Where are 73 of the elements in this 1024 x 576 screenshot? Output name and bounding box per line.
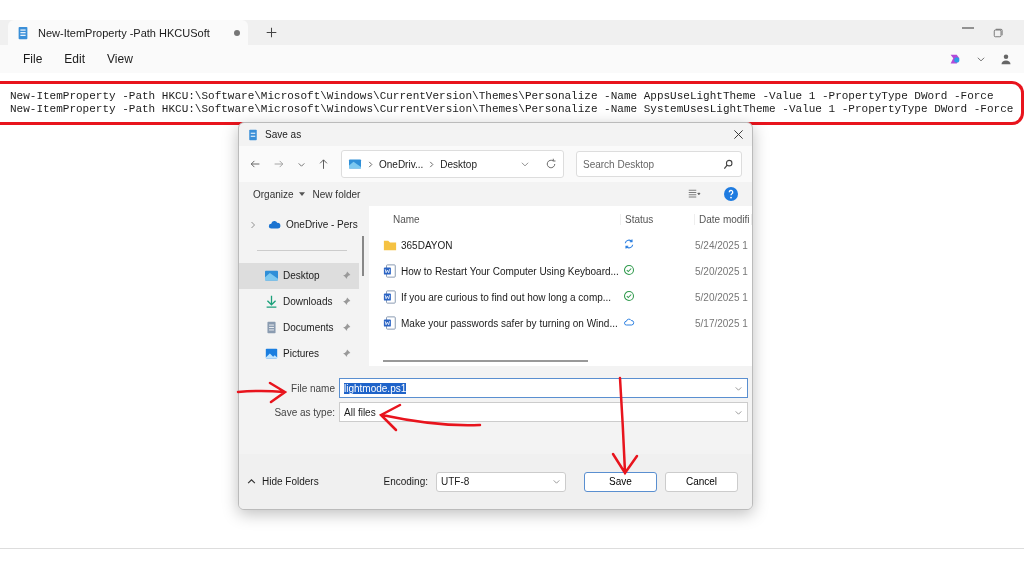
date-cell-text: 5/17/2025 1 [695,317,749,329]
sidebar-item[interactable]: Downloads [239,288,359,315]
refresh-icon [545,158,557,170]
address-bar[interactable]: OneDriv... Desktop [341,150,564,178]
caret-down-icon[interactable] [298,192,305,196]
desktop-icon [265,269,278,283]
code-line: New-ItemProperty -Path HKCU:\Software\Microsoft\Windows\CurrentVersion\Themes\Personalize -Name SystemUsesLightTheme -Value 1 -PropertyType DWord -Force [10,103,1014,116]
scrollbar-thumb[interactable] [383,360,588,362]
menu-item[interactable]: View [96,52,144,66]
sidebar-item[interactable]: Desktop [239,262,359,289]
download-icon [265,295,278,308]
column-header[interactable]: Status [621,213,695,225]
field-label: Encoding: [383,476,428,487]
close-icon[interactable] [733,129,744,140]
chevron-down-icon [552,477,561,486]
organize-menu[interactable]: Organize [253,188,294,200]
column-header[interactable]: Date modifi [695,213,752,225]
save-button[interactable]: Save [584,471,657,492]
plus-icon[interactable] [266,27,277,38]
notepad-icon [16,25,30,40]
menu-item[interactable]: File [12,52,54,66]
cancel-button[interactable]: Cancel [665,471,738,492]
column-header[interactable]: Name [369,213,621,225]
chevron-down-icon [976,54,986,64]
code-line: New-ItemProperty -Path HKCU:\Software\Microsoft\Windows\CurrentVersion\Themes\Personalize -Name AppsUseLightTheme -Value 1 -PropertyType DWord -Force [10,90,994,103]
folder-icon [383,238,397,252]
chevron-right-icon [428,160,436,168]
chevron-down-icon [520,159,530,169]
menu-item[interactable]: Edit [53,52,97,66]
breadcrumb-item[interactable]: Desktop [440,158,477,170]
file-name-field[interactable]: lightmode.ps1 [339,378,748,398]
sidebar-item[interactable]: OneDrive - Pers [239,212,359,238]
account-icon [1000,53,1012,65]
file-name[interactable]: 365DAYON [401,239,453,251]
desktop-icon [348,158,362,170]
picture-icon [265,346,278,360]
chevron-right-icon [249,220,257,229]
dialog-title: Save as [265,129,303,140]
restore-icon [992,26,1004,39]
file-name[interactable]: How to Restart Your Computer Using Keyboard... [401,265,619,277]
sidebar-item[interactable]: Pictures [239,340,359,366]
cloud-icon [268,218,281,232]
encoding-dropdown[interactable]: UTF-8 [436,471,566,492]
breadcrumb-item[interactable]: OneDriv... [379,158,424,170]
word-document-icon [383,264,397,278]
date-cell-text: 5/20/2025 1 [695,291,749,303]
view-options-icon [686,188,702,200]
date-cell-text: 5/24/2025 1 [695,239,749,251]
field-label: Save as type: [273,406,336,418]
chevron-up-icon [247,477,256,486]
hide-folders-button[interactable]: Hide Folders [247,476,319,487]
document-icon [265,320,278,334]
word-document-icon [383,290,397,304]
new-folder-button[interactable]: New folder [312,188,361,200]
minimize-icon [962,26,974,29]
word-document-icon [383,316,397,330]
up-arrow-icon[interactable] [318,158,329,170]
file-name[interactable]: Make your passwords safer by turning on Wind... [401,317,618,329]
file-type-dropdown[interactable]: All files [339,402,748,422]
back-arrow-icon[interactable] [249,159,261,169]
field-label: File name [290,382,336,394]
search-field[interactable]: Search Desktop [576,151,742,177]
scrollbar-thumb[interactable] [362,236,364,276]
forward-arrow-icon[interactable] [273,159,285,169]
annotation-arrow [236,380,288,405]
help-icon [724,187,738,201]
date-cell-text: 5/20/2025 1 [695,265,749,277]
file-name[interactable]: If you are curious to find out how long a comp... [401,291,612,303]
document-tab[interactable]: New-ItemProperty -Path HKCUSoft [8,20,248,45]
notepad-icon [247,128,259,141]
sidebar-item[interactable]: Documents [239,314,359,341]
search-icon [723,159,734,170]
chevron-right-icon [367,160,374,168]
